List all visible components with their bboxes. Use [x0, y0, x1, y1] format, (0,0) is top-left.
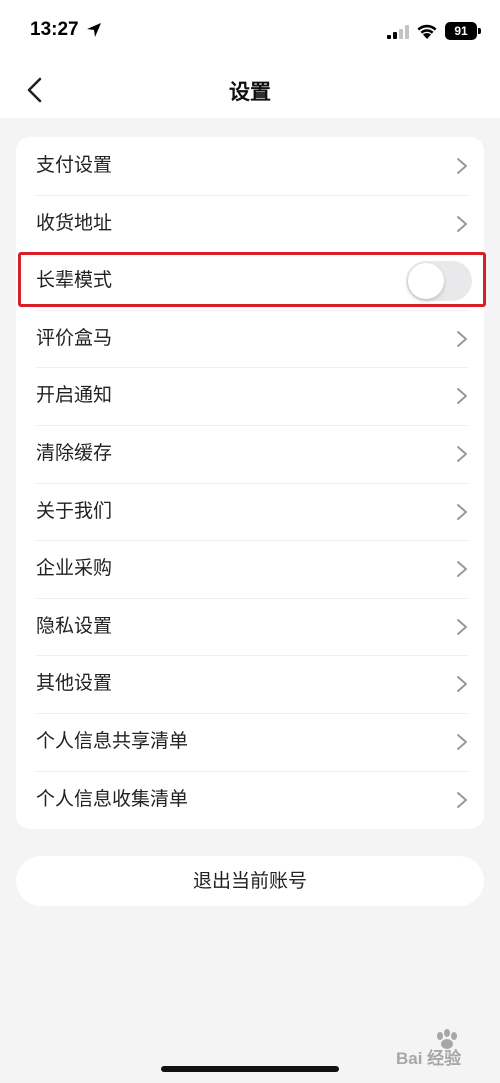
chevron-right-icon — [457, 561, 467, 578]
settings-item-privacy[interactable]: 隐私设置 — [16, 597, 484, 656]
settings-item-info-sharing[interactable]: 个人信息共享清单 — [16, 712, 484, 771]
settings-item-rate[interactable]: 评价盒马 — [16, 309, 484, 368]
status-time: 13:27 — [30, 19, 79, 40]
settings-item-label: 关于我们 — [36, 499, 113, 522]
settings-item-label: 支付设置 — [36, 154, 113, 176]
settings-item-label: 评价盒马 — [36, 326, 113, 349]
chevron-right-icon — [457, 791, 467, 808]
settings-item-label: 清除缓存 — [36, 441, 113, 464]
settings-item-label: 企业采购 — [36, 557, 113, 580]
top-bar: 13:27 91 设置 — [0, 0, 500, 118]
settings-item-label: 个人信息共享清单 — [36, 729, 189, 752]
settings-item-info-collection[interactable]: 个人信息收集清单 — [16, 770, 484, 829]
settings-item-label: 隐私设置 — [36, 614, 113, 637]
settings-item-label: 个人信息收集清单 — [36, 787, 189, 810]
location-arrow-icon — [87, 23, 101, 37]
navigation-bar: 设置 — [0, 62, 500, 118]
chevron-right-icon — [457, 618, 467, 635]
chevron-right-icon — [457, 733, 467, 750]
settings-item-notifications[interactable]: 开启通知 — [16, 367, 484, 425]
cellular-signal-icon — [387, 25, 409, 39]
settings-item-label: 收货地址 — [36, 211, 113, 234]
battery-indicator: 91 — [445, 22, 477, 40]
chevron-right-icon — [457, 388, 467, 405]
settings-item-label: 其他设置 — [36, 672, 113, 695]
settings-item-label: 开启通知 — [36, 384, 113, 407]
toggle-knob — [408, 263, 444, 300]
settings-item-payment[interactable]: 支付设置 — [16, 137, 484, 195]
settings-item-about[interactable]: 关于我们 — [16, 482, 484, 541]
chevron-right-icon — [457, 158, 467, 174]
settings-item-clear-cache[interactable]: 清除缓存 — [16, 424, 484, 483]
settings-item-enterprise[interactable]: 企业采购 — [16, 540, 484, 598]
battery-tip — [478, 28, 481, 34]
settings-list: 支付设置 收货地址 长辈模式 评价盒马 开启通知 清除缓存 关于我们 企业采购 … — [16, 137, 484, 829]
status-bar: 13:27 91 — [0, 0, 500, 62]
chevron-right-icon — [457, 445, 467, 462]
home-indicator — [161, 1066, 339, 1072]
chevron-right-icon — [457, 215, 467, 232]
svg-text:Bai 经验: Bai 经验 — [396, 1048, 462, 1068]
settings-item-elder-mode: 长辈模式 — [16, 252, 484, 310]
chevron-right-icon — [457, 503, 467, 520]
logout-button[interactable]: 退出当前账号 — [16, 856, 484, 906]
page-title: 设置 — [229, 80, 271, 104]
settings-item-address[interactable]: 收货地址 — [16, 194, 484, 253]
settings-item-other[interactable]: 其他设置 — [16, 655, 484, 713]
chevron-right-icon — [457, 676, 467, 693]
elder-mode-toggle[interactable] — [406, 261, 472, 302]
settings-item-label: 长辈模式 — [36, 269, 113, 292]
baidu-jingyan-watermark: Bai 经验 — [396, 1029, 462, 1068]
chevron-right-icon — [457, 330, 467, 347]
wifi-icon — [417, 24, 437, 39]
